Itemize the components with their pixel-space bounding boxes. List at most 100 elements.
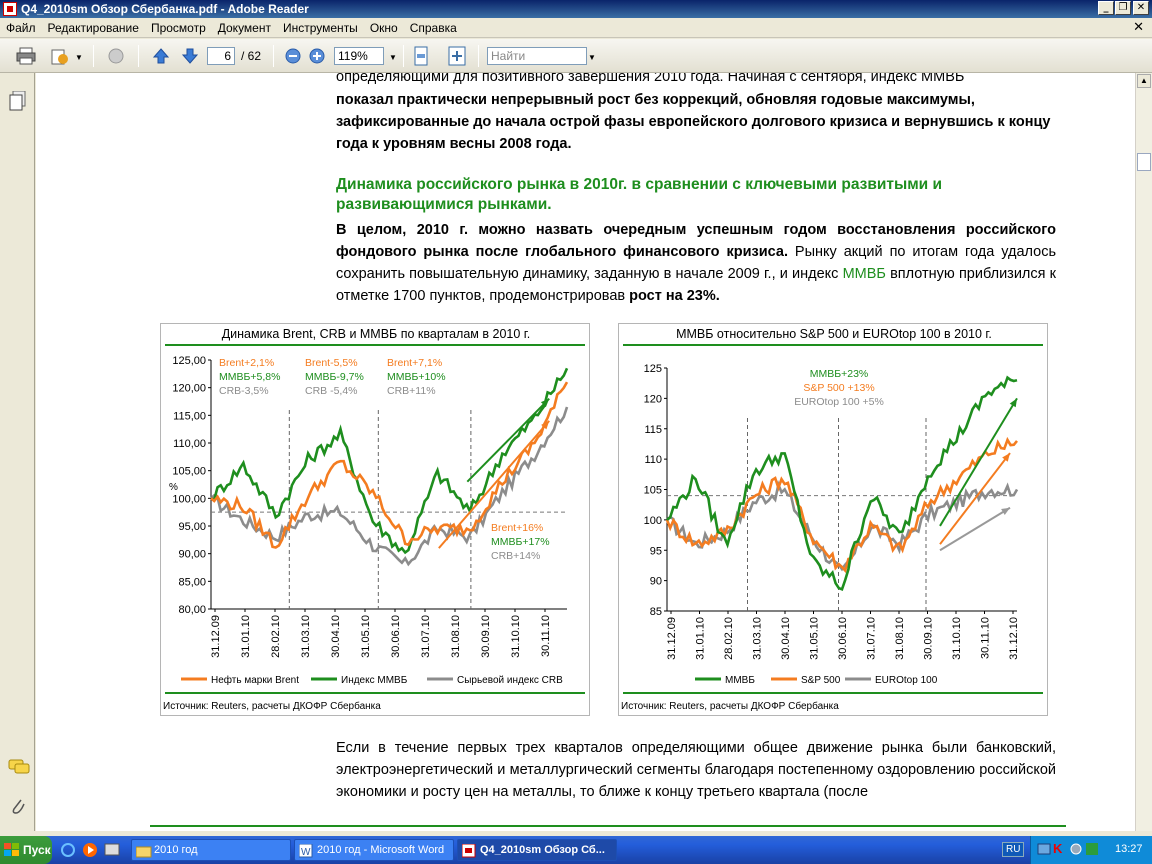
y-tick-label: 90,00 xyxy=(178,549,206,561)
legend-label: Индекс ММВБ xyxy=(341,675,408,686)
legend-label: EUROtop 100 xyxy=(875,675,938,686)
chart-annotation: Brent+2,1% xyxy=(219,357,274,369)
paragraph: В целом, 2010 г. можно назвать очередным… xyxy=(336,219,1056,307)
x-tick-label: 30.11.10 xyxy=(540,615,552,657)
fit-width-button[interactable] xyxy=(445,45,469,67)
zoom-input[interactable]: 119% xyxy=(334,47,384,65)
x-tick-label: 30.09.10 xyxy=(923,617,935,660)
close-button[interactable]: ✕ xyxy=(1133,1,1149,15)
minimize-button[interactable]: _ xyxy=(1098,1,1114,15)
document-view[interactable]: определяющими для позитивного завершения… xyxy=(36,73,1135,831)
media-player-icon[interactable] xyxy=(82,842,98,861)
green-rule xyxy=(623,692,1043,694)
search-dropdown-icon[interactable]: ▼ xyxy=(588,53,596,75)
legend-label: Сырьевой индекс CRB xyxy=(457,675,563,686)
y-tick-label: 85,00 xyxy=(178,576,206,588)
chart-annotation: EUROtop 100 +5% xyxy=(794,396,884,408)
y-axis-label: % xyxy=(169,482,178,493)
share-icon xyxy=(51,49,68,65)
y-tick-label: 115,00 xyxy=(173,410,206,422)
x-tick-label: 31.03.10 xyxy=(300,615,312,658)
x-tick-label: 30.11.10 xyxy=(980,617,992,659)
y-tick-label: 110,00 xyxy=(173,438,206,450)
start-button[interactable]: Пуск xyxy=(0,836,52,864)
x-tick-label: 31.05.10 xyxy=(809,617,821,660)
menu-tools[interactable]: Инструменты xyxy=(277,21,364,35)
ie-icon[interactable] xyxy=(60,842,76,861)
growth-text: рост на 23%. xyxy=(629,288,720,304)
menu-help[interactable]: Справка xyxy=(404,21,463,35)
antivirus-icon[interactable]: K xyxy=(1053,841,1062,856)
x-tick-label: 31.10.10 xyxy=(510,615,522,658)
fit-page-button[interactable] xyxy=(409,45,433,67)
x-tick-label: 31.01.10 xyxy=(240,615,252,658)
page-number-input[interactable]: 6 xyxy=(207,47,235,65)
menu-view[interactable]: Просмотр xyxy=(145,21,212,35)
y-tick-label: 80,00 xyxy=(178,604,206,616)
windows-logo-icon xyxy=(4,843,19,856)
chart-annotation: CRB -5,4% xyxy=(305,385,358,397)
chart-annotation: Brent+7,1% xyxy=(387,357,442,369)
y-tick-label: 95 xyxy=(650,545,662,557)
chart-annotation: ММВБ+23% xyxy=(810,368,869,380)
y-tick-label: 110 xyxy=(644,454,662,466)
menu-window[interactable]: Окно xyxy=(364,21,404,35)
menu-file[interactable]: Файл xyxy=(0,21,42,35)
y-tick-label: 120,00 xyxy=(172,383,206,395)
app-tray-icon[interactable] xyxy=(1085,842,1099,859)
language-indicator[interactable]: RU xyxy=(1002,842,1025,857)
collaborate-button[interactable] xyxy=(48,45,72,67)
sign-button[interactable] xyxy=(104,45,128,67)
menu-document[interactable]: Документ xyxy=(212,21,277,35)
settings-icon[interactable] xyxy=(1069,842,1083,859)
zoom-out-icon xyxy=(285,48,301,64)
clock: 13:27 xyxy=(1115,843,1143,855)
zoom-out-button[interactable] xyxy=(281,45,305,67)
previous-page-button[interactable] xyxy=(149,45,173,67)
paragraph-line: зафиксированные до начала острой фазы ев… xyxy=(336,114,1051,130)
word-icon: W xyxy=(298,843,313,861)
toolbar: ▼ 6 / 62 119% ▼ Найти ▼ xyxy=(0,39,1152,73)
task-label: 2010 год xyxy=(154,844,198,856)
scroll-thumb[interactable] xyxy=(1137,153,1151,171)
chart-title: Динамика Brent, CRB и ММВБ по кварталам … xyxy=(221,327,531,341)
mmvb-link[interactable]: ММВБ xyxy=(843,266,886,282)
arrow-up-icon xyxy=(152,48,170,64)
chart-title: ММВБ относительно S&P 500 и EUROtop 100 … xyxy=(676,327,992,341)
y-tick-label: 85 xyxy=(650,606,662,618)
window-titlebar[interactable]: Q4_2010sm Обзор Сбербанка.pdf - Adobe Re… xyxy=(0,0,1152,18)
document-close-icon[interactable]: ✕ xyxy=(1133,20,1144,35)
print-button[interactable] xyxy=(14,45,38,67)
chart-plot: 80,00 85,00 90,00 95,00 100,00 105,00 110,00 11… xyxy=(169,355,569,686)
pages-icon[interactable] xyxy=(9,90,27,114)
task-label: 2010 год - Microsoft Word xyxy=(317,844,445,856)
desktop-icon[interactable] xyxy=(104,842,120,861)
task-adobe-reader[interactable]: Q4_2010sm Обзор Сб... xyxy=(457,839,617,861)
section-heading: Динамика российского рынка в 2010г. в ср… xyxy=(336,176,943,213)
next-page-button[interactable] xyxy=(178,45,202,67)
x-tick-label: 28.02.10 xyxy=(723,617,735,660)
vertical-scrollbar[interactable]: ▲ xyxy=(1135,73,1152,831)
zoom-in-button[interactable] xyxy=(305,45,329,67)
restore-button[interactable]: ❐ xyxy=(1115,1,1131,15)
chevron-down-icon[interactable]: ▼ xyxy=(75,53,83,75)
x-tick-label: 30.04.10 xyxy=(780,617,792,660)
menu-edit[interactable]: Редактирование xyxy=(42,21,145,35)
y-tick-label: 95,00 xyxy=(178,521,206,533)
comments-icon[interactable] xyxy=(8,759,30,778)
search-input[interactable]: Найти xyxy=(487,47,587,65)
chart-annotation: CRB+11% xyxy=(387,385,436,397)
adobe-reader-icon xyxy=(3,2,17,16)
scroll-up-icon[interactable]: ▲ xyxy=(1137,74,1151,88)
x-tick-label: 31.07.10 xyxy=(420,615,432,658)
zoom-dropdown-icon[interactable]: ▼ xyxy=(389,53,397,75)
network-icon[interactable] xyxy=(1037,842,1051,859)
series-line xyxy=(666,479,1019,572)
paragraph-line: года к уровням весны 2008 года. xyxy=(336,136,572,152)
chart-annotation: CRB+14% xyxy=(491,550,540,562)
task-folder-2010[interactable]: 2010 год xyxy=(131,839,291,861)
x-tick-label: 31.12.09 xyxy=(666,617,678,660)
taskbar: Пуск 2010 год W 2010 год - Microsoft Wor… xyxy=(0,836,1152,864)
attachments-icon[interactable] xyxy=(10,797,26,820)
task-word[interactable]: W 2010 год - Microsoft Word xyxy=(294,839,454,861)
